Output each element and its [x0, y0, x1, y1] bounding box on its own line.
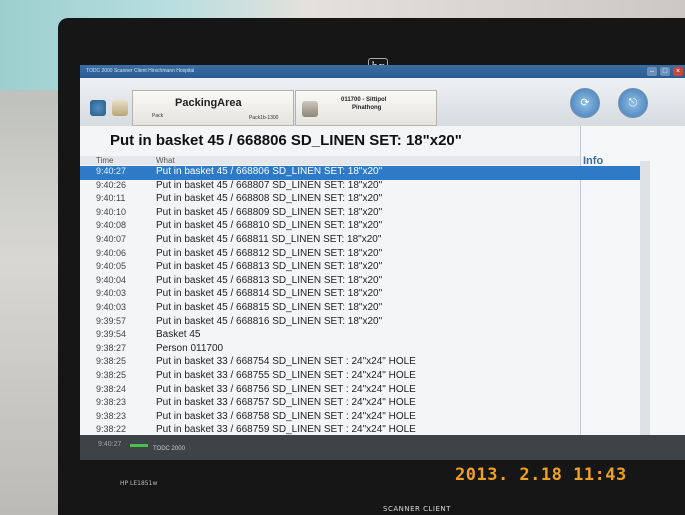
- bezel-caption: SCANNER CLIENT: [383, 505, 451, 513]
- list-item-what: Put in basket 33 / 668757 SD_LINEN SET :…: [156, 397, 416, 409]
- user-id: 011700 - Sittipol: [341, 97, 387, 103]
- list-item-what: Put in basket 45 / 668808 SD_LINEN SET: …: [156, 193, 383, 205]
- list-item-time: 9:40:03: [96, 302, 127, 312]
- user-badge-icon: [302, 101, 318, 117]
- list-item-what: Put in basket 45 / 668814 SD_LINEN SET: …: [156, 288, 383, 300]
- list-item-time: 9:40:11: [96, 193, 126, 204]
- list-item-time: 9:39:54: [96, 329, 127, 340]
- list-item-what: Put in basket 45 / 668813 SD_LINEN SET: …: [156, 261, 383, 273]
- list-item-what: Put in basket 45 / 668811 SD_LINEN SET: …: [156, 234, 382, 245]
- list-item[interactable]: 9:40:11 Put in basket 45 / 668808 SD_LINE…: [80, 193, 640, 207]
- list-item[interactable]: 9:39:57 Put in basket 45 / 668816 SD_LINE…: [80, 316, 640, 330]
- scrollbar[interactable]: [640, 161, 650, 451]
- list-item[interactable]: 9:38:23 Put in basket 33 / 668757 SD_LINE…: [80, 397, 640, 411]
- folder-icon[interactable]: [112, 100, 128, 116]
- list-item[interactable]: 9:38:27 Person 011700: [80, 343, 640, 357]
- status-led: [130, 444, 148, 447]
- minimize-button[interactable]: –: [647, 67, 657, 76]
- list-item-time: 9:40:26: [96, 179, 127, 190]
- pack-label: Pack: [152, 113, 164, 119]
- sync-button[interactable]: ⟳: [570, 88, 600, 118]
- window-title: TODC 2000 Scanner Client Hirschmann Hosp…: [86, 68, 195, 74]
- list-item[interactable]: 9:38:25 Put in basket 33 / 668755 SD_LINE…: [80, 370, 640, 384]
- list-item-what: Put in basket 45 / 668806 SD_LINEN SET: …: [156, 166, 383, 177]
- list-item-time: 9:38:22: [96, 424, 127, 435]
- list-item-what: Basket 45: [156, 329, 201, 341]
- exit-icon: ⎋: [628, 97, 638, 109]
- list-header: Time What: [80, 156, 580, 165]
- user-name: Pinathong: [352, 105, 382, 111]
- list-item-what: Put in basket 45 / 668809 SD_LINEN SET: …: [156, 206, 383, 218]
- monitor-brand: HP LE1851w: [120, 480, 158, 487]
- list-item-what: Put in basket 45 / 668807 SD_LINEN SET: …: [156, 179, 383, 191]
- list-item[interactable]: 9:40:03 Put in basket 45 / 668814 SD_LINE…: [80, 288, 640, 302]
- list-item-time: 9:39:57: [96, 315, 127, 326]
- close-button[interactable]: ×: [673, 67, 683, 76]
- background-left: [0, 90, 60, 515]
- list-item-time: 9:38:23: [96, 397, 127, 408]
- list-item[interactable]: 9:40:07 Put in basket 45 / 668811 SD_LINE…: [80, 234, 640, 248]
- list-item[interactable]: 9:40:04 Put in basket 45 / 668813 SD_LINE…: [80, 275, 640, 289]
- pack-station: Pack1b-1300: [249, 115, 279, 121]
- list-item-time: 9:40:08: [96, 220, 127, 231]
- list-item-time: 9:40:05: [96, 261, 127, 272]
- list-item-what: Put in basket 45 / 668810 SD_LINEN SET: …: [156, 220, 383, 232]
- list-item-what: Put in basket 45 / 668815 SD_LINEN SET: …: [156, 302, 383, 313]
- list-item[interactable]: 9:40:10 Put in basket 45 / 668809 SD_LINE…: [80, 207, 640, 221]
- list-item-time: 9:38:25: [96, 356, 127, 367]
- camera-date-stamp: 2013. 2.18 11:43: [455, 465, 627, 485]
- list-item[interactable]: 9:40:27 Put in basket 45 / 668806 SD_LINE…: [80, 166, 640, 180]
- list-item-time: 9:40:03: [96, 288, 127, 299]
- status-time: 9:40:27: [98, 441, 122, 448]
- status-app-name: TODC 2000: [153, 446, 185, 452]
- list-item-time: 9:38:23: [96, 410, 127, 421]
- list-item-what: Put in basket 33 / 668758 SD_LINEN SET :…: [156, 410, 416, 422]
- packing-area-panel[interactable]: PackingArea Pack Pack1b-1300: [132, 90, 294, 126]
- heart-icon[interactable]: [90, 100, 106, 116]
- list-item[interactable]: 9:39:54 Basket 45: [80, 329, 640, 343]
- user-panel[interactable]: 011700 - Sittipol Pinathong: [295, 90, 437, 126]
- column-what[interactable]: What: [156, 156, 175, 165]
- app-screen: TODC 2000 Scanner Client Hirschmann Hosp…: [80, 65, 685, 460]
- list-item[interactable]: 9:38:24 Put in basket 33 / 668756 SD_LINE…: [80, 384, 640, 398]
- window-titlebar: TODC 2000 Scanner Client Hirschmann Hosp…: [80, 65, 685, 78]
- column-time[interactable]: Time: [96, 156, 113, 165]
- toolbar: PackingArea Pack Pack1b-1300 011700 - Si…: [80, 78, 685, 126]
- list-item[interactable]: 9:40:05 Put in basket 45 / 668813 SD_LINE…: [80, 261, 640, 275]
- list-item-time: 9:40:27: [96, 166, 127, 176]
- list-item-time: 9:40:07: [96, 234, 127, 244]
- sync-icon: ⟳: [580, 97, 590, 109]
- list-item[interactable]: 9:38:25 Put in basket 33 / 668754 SD_LINE…: [80, 356, 640, 370]
- list-item-what: Put in basket 45 / 668813 SD_LINEN SET: …: [156, 274, 383, 286]
- list-item[interactable]: 9:40:08 Put in basket 45 / 668810 SD_LINE…: [80, 220, 640, 234]
- list-item-time: 9:38:24: [96, 383, 127, 394]
- exit-button[interactable]: ⎋: [618, 88, 648, 118]
- event-list: Time What 9:40:27 Put in basket 45 / 6688…: [80, 156, 640, 435]
- list-item-what: Put in basket 33 / 668759 SD_LINEN SET :…: [156, 424, 416, 436]
- list-item-what: Put in basket 45 / 668816 SD_LINEN SET: …: [156, 315, 383, 327]
- list-item-what: Put in basket 33 / 668755 SD_LINEN SET :…: [156, 370, 416, 381]
- list-item[interactable]: 9:40:03 Put in basket 45 / 668815 SD_LINE…: [80, 302, 640, 316]
- list-item-time: 9:38:27: [96, 342, 127, 353]
- list-item[interactable]: 9:40:06 Put in basket 45 / 668812 SD_LINE…: [80, 248, 640, 262]
- list-item-time: 9:40:04: [96, 274, 127, 285]
- list-item-what: Put in basket 45 / 668812 SD_LINEN SET: …: [156, 247, 383, 259]
- maximize-button[interactable]: □: [660, 67, 670, 76]
- list-item-time: 9:40:06: [96, 247, 127, 258]
- list-item-what: Put in basket 33 / 668756 SD_LINEN SET :…: [156, 383, 416, 395]
- list-item[interactable]: 9:38:23 Put in basket 33 / 668758 SD_LINE…: [80, 411, 640, 425]
- list-item[interactable]: 9:40:26 Put in basket 45 / 668807 SD_LINE…: [80, 180, 640, 194]
- list-item-what: Person 011700: [156, 342, 224, 354]
- page-title: Put in basket 45 / 668806 SD_LINEN SET: …: [110, 132, 462, 149]
- packing-area-title: PackingArea: [175, 97, 242, 109]
- list-item-what: Put in basket 33 / 668754 SD_LINEN SET :…: [156, 356, 416, 368]
- list-item-time: 9:38:25: [96, 370, 127, 380]
- list-item-time: 9:40:10: [96, 206, 127, 217]
- status-bar: 9:40:27 TODC 2000: [80, 435, 685, 460]
